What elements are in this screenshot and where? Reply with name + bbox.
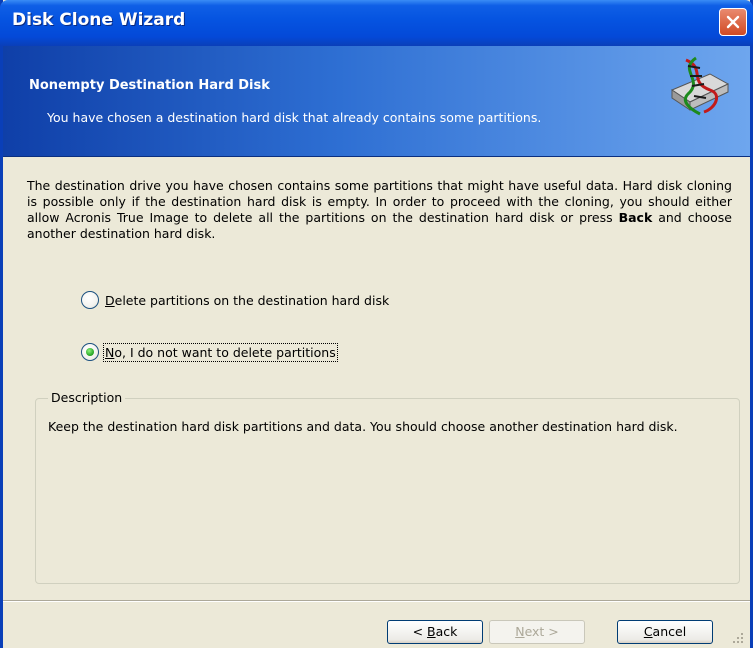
header-title: Nonempty Destination Hard Disk [29,78,270,93]
disk-clone-icon [670,56,730,116]
description-legend: Description [48,390,126,405]
radio-delete-partitions[interactable]: Delete partitions on the destination har… [81,289,389,311]
back-button[interactable]: < Back [387,620,483,644]
radio-button-selected[interactable] [81,343,99,361]
radio-button-unselected[interactable] [81,291,99,309]
close-button[interactable] [719,8,747,36]
close-icon [726,15,740,29]
title-bar[interactable]: Disk Clone Wizard [0,0,753,46]
description-text: Keep the destination hard disk partition… [48,419,678,434]
resize-grip-icon[interactable] [732,632,744,644]
description-group: Description Keep the destination hard di… [35,390,740,584]
cancel-button[interactable]: Cancel [617,620,713,644]
wizard-window: Disk Clone Wizard Nonempty Destination H… [0,0,753,648]
radio-label-keep: No, I do not want to delete partitions [103,342,338,362]
radio-selected-dot [86,348,94,356]
radio-keep-partitions[interactable]: No, I do not want to delete partitions [81,341,338,363]
next-button[interactable]: Next > [489,620,585,644]
window-title: Disk Clone Wizard [12,10,186,30]
footer-divider [3,600,750,602]
instruction-text: The destination drive you have chosen co… [27,178,732,241]
radio-label-delete: Delete partitions on the destination har… [105,292,390,308]
header-subtitle: You have chosen a destination hard disk … [47,110,542,125]
wizard-header: Nonempty Destination Hard Disk You have … [3,46,750,157]
